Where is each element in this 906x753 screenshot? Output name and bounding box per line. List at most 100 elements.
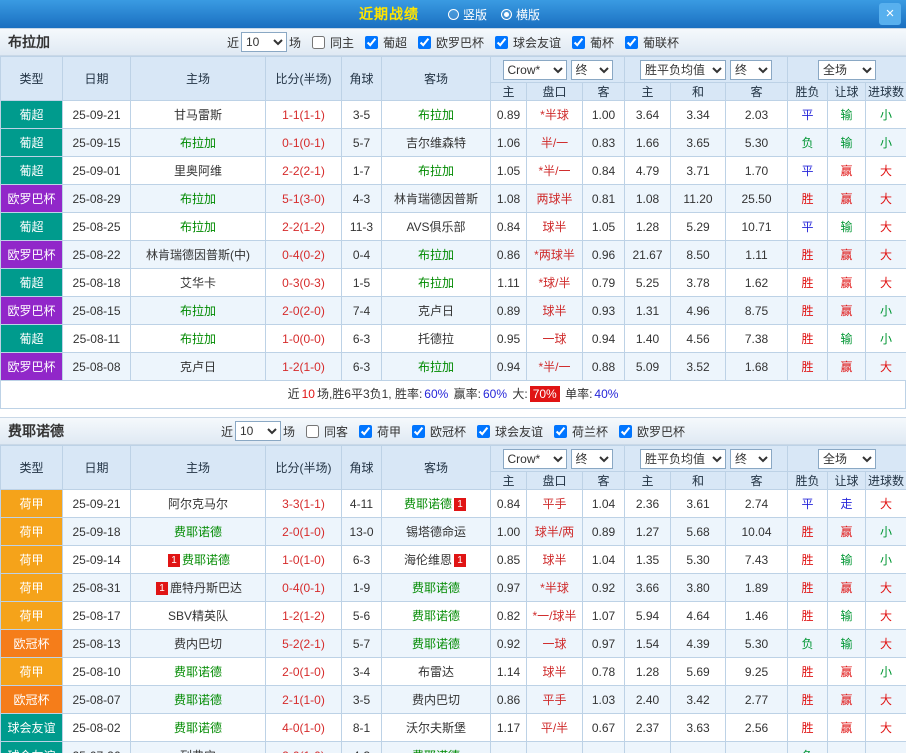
bookmaker-select[interactable]: Crow* (503, 60, 567, 80)
league-1-filter[interactable]: 欧冠杯 (412, 423, 468, 440)
team-link: 布拉加 (180, 136, 216, 150)
away-team-cell: 沃尔夫斯堡 (382, 714, 491, 742)
handicap-cell: *两球半 (527, 241, 583, 269)
table-header: 类型 日期 主场 比分(半场) 角球 客场 Crow*终 胜平负均值终 全场 主… (1, 57, 906, 101)
match-date-cell: 25-08-22 (63, 241, 131, 269)
result-cell: 胜 (788, 546, 828, 574)
match-row: 欧冠杯25-08-13费内巴切5-2(2-1)5-7费耶诺德0.92一球0.97… (1, 630, 906, 658)
avg-type-select[interactable]: 胜平负均值 (640, 60, 726, 80)
home-team-cell: 林肯瑞德因普斯(中) (131, 241, 266, 269)
result-cell: 胜 (788, 185, 828, 213)
league-1-checkbox[interactable] (412, 425, 425, 438)
same-venue-filter[interactable]: 同主 (312, 34, 356, 51)
scope-select[interactable]: 全场 (818, 60, 876, 80)
league-3-filter[interactable]: 葡杯 (572, 34, 616, 51)
league-3-checkbox[interactable] (572, 36, 585, 49)
away-team-cell: 布拉加 (382, 101, 491, 129)
close-button[interactable]: × (879, 3, 901, 25)
league-2-filter[interactable]: 球会友谊 (495, 34, 563, 51)
match-date-cell: 25-08-08 (63, 353, 131, 381)
league-4-checkbox[interactable] (625, 36, 638, 49)
handicap-result-cell: 输 (828, 325, 866, 353)
same-venue-filter[interactable]: 同客 (306, 423, 350, 440)
match-row: 葡超25-09-21甘马雷斯1-1(1-1)3-5布拉加0.89*半球1.003… (1, 101, 906, 129)
league-type-cell: 葡超 (1, 157, 63, 185)
avg-home-cell: 3.66 (625, 574, 671, 602)
home-team-cell: 布拉加 (131, 213, 266, 241)
away-team-cell: 海伦维恩1 (382, 546, 491, 574)
corners-cell: 6-3 (342, 353, 382, 381)
layout-horizontal-radio[interactable]: 横版 (501, 6, 540, 23)
match-count-select[interactable]: 10 (235, 421, 281, 441)
avg-away-cell: 10.04 (726, 518, 788, 546)
avg-away-cell: 1.68 (726, 353, 788, 381)
avg-away-cell: 25.50 (726, 185, 788, 213)
summary-text: 10 (302, 387, 315, 401)
goals-cell: 大 (866, 353, 906, 381)
summary-text: 60% (424, 387, 448, 401)
home-odds-cell: 0.95 (491, 325, 527, 353)
team-link: 布拉加 (180, 220, 216, 234)
match-date-cell: 25-07-26 (63, 742, 131, 753)
league-4-filter[interactable]: 葡联杯 (625, 34, 681, 51)
league-2-checkbox[interactable] (495, 36, 508, 49)
home-odds-cell: 1.06 (491, 129, 527, 157)
avg-home-cell: 1.08 (625, 185, 671, 213)
avg-home-cell: 1.28 (625, 213, 671, 241)
same-venue-checkbox[interactable] (306, 425, 319, 438)
league-4-checkbox[interactable] (619, 425, 632, 438)
odds-stage-select[interactable]: 终 (571, 60, 613, 80)
away-odds-cell: 0.92 (583, 574, 625, 602)
odds-stage-select[interactable]: 终 (571, 449, 613, 469)
score-cell: 5-1(3-0) (266, 185, 342, 213)
scope-select[interactable]: 全场 (818, 449, 876, 469)
avg-home-cell: 1.54 (625, 630, 671, 658)
avg-home-cell: 2.40 (625, 686, 671, 714)
league-0-checkbox[interactable] (359, 425, 372, 438)
avg-home-cell: 1.66 (625, 129, 671, 157)
league-3-checkbox[interactable] (554, 425, 567, 438)
away-odds-cell: 0.78 (583, 658, 625, 686)
avg-stage-select[interactable]: 终 (730, 449, 772, 469)
league-0-filter[interactable]: 葡超 (365, 34, 409, 51)
avg-draw-cell: 3.61 (671, 490, 726, 518)
league-0-filter[interactable]: 荷甲 (359, 423, 403, 440)
same-venue-checkbox[interactable] (312, 36, 325, 49)
score-cell: 1-1(1-1) (266, 101, 342, 129)
goals-cell: 小 (866, 518, 906, 546)
league-0-checkbox[interactable] (365, 36, 378, 49)
goals-cell: 小 (866, 101, 906, 129)
avg-draw-cell: 4.39 (671, 630, 726, 658)
avg-home-cell: 3.64 (625, 101, 671, 129)
layout-vertical-radio[interactable]: 竖版 (448, 6, 487, 23)
match-row: 球会友谊25-07-26列弗宁2-0(1-0)4-3费耶诺德负 (1, 742, 906, 753)
avg-home-cell: 1.35 (625, 546, 671, 574)
home-odds-cell: 0.94 (491, 353, 527, 381)
team-link: 费耶诺德 (174, 721, 222, 735)
match-row: 欧罗巴杯25-08-29布拉加5-1(3-0)4-3林肯瑞德因普斯1.08两球半… (1, 185, 906, 213)
league-3-filter[interactable]: 荷兰杯 (554, 423, 610, 440)
team-link: 布拉加 (418, 108, 454, 122)
league-type-cell: 葡超 (1, 129, 63, 157)
away-team-cell: 布雷达 (382, 658, 491, 686)
handicap-result-cell: 输 (828, 213, 866, 241)
avg-stage-select[interactable]: 终 (730, 60, 772, 80)
handicap-result-cell: 赢 (828, 353, 866, 381)
bookmaker-select[interactable]: Crow* (503, 449, 567, 469)
match-count-select[interactable]: 10 (241, 32, 287, 52)
away-team-cell: 费耶诺德 (382, 742, 491, 753)
result-cell: 平 (788, 101, 828, 129)
league-2-checkbox[interactable] (477, 425, 490, 438)
red-card-badge: 1 (168, 554, 180, 567)
league-type-cell: 葡超 (1, 213, 63, 241)
handicap-cell: *半球 (527, 574, 583, 602)
league-1-checkbox[interactable] (418, 36, 431, 49)
league-4-filter[interactable]: 欧罗巴杯 (619, 423, 687, 440)
avg-type-select[interactable]: 胜平负均值 (640, 449, 726, 469)
league-1-filter[interactable]: 欧罗巴杯 (418, 34, 486, 51)
team-link: 布拉加 (418, 164, 454, 178)
goals-cell: 大 (866, 686, 906, 714)
home-odds-cell: 0.86 (491, 686, 527, 714)
home-odds-cell: 0.89 (491, 297, 527, 325)
league-2-filter[interactable]: 球会友谊 (477, 423, 545, 440)
